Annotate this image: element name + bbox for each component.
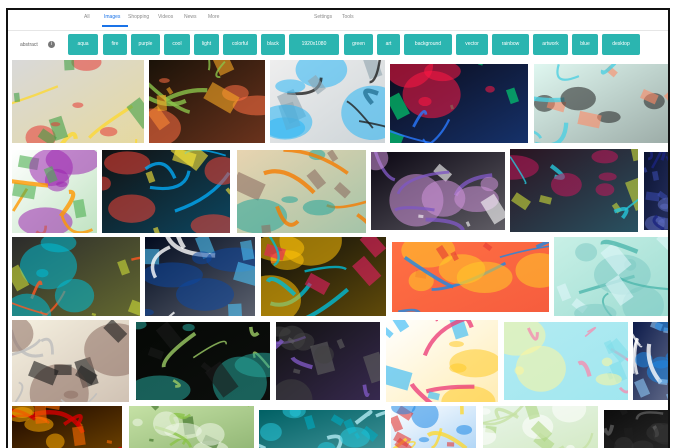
active-tab-indicator: [102, 25, 128, 27]
image-thumbnail: [644, 152, 668, 230]
image-thumbnail: [483, 406, 598, 448]
related-search-chips: abstract i aqua fire purple cool light colorf…: [8, 34, 668, 60]
image-thumbnail: [633, 322, 668, 400]
tab-settings[interactable]: Settings: [314, 14, 332, 20]
image-result-blue-streaks-edge[interactable]: [633, 322, 668, 400]
chip-1920x1080[interactable]: 1920x1080: [289, 34, 339, 55]
chip-blue[interactable]: blue: [572, 34, 598, 55]
image-thumbnail: [534, 64, 668, 143]
image-result-glowing-neon-splash-dark[interactable]: [149, 60, 265, 143]
image-result-teal-blue-glow[interactable]: [259, 410, 385, 448]
image-thumbnail: [149, 60, 265, 143]
image-thumbnail: [12, 150, 97, 233]
image-result-fire-swirl-dark[interactable]: [12, 406, 122, 448]
image-thumbnail: [390, 64, 528, 143]
chip-cool[interactable]: cool: [164, 34, 190, 55]
search-query-label: abstract: [20, 42, 38, 48]
image-thumbnail: [510, 149, 638, 232]
image-result-pastel-silk-waves[interactable]: [504, 322, 628, 400]
chip-desktop[interactable]: desktop: [602, 34, 640, 55]
image-result-dark-glowing-wave-line[interactable]: [136, 322, 270, 400]
image-thumbnail: [12, 320, 129, 402]
image-result-purple-light-streaks[interactable]: [371, 152, 505, 230]
chip-background[interactable]: background: [404, 34, 452, 55]
image-result-swirl-ribbon-light[interactable]: [534, 64, 668, 143]
nav-divider: [8, 30, 668, 31]
image-thumbnail: [386, 320, 498, 402]
image-result-crowd-silhouette-party[interactable]: [12, 320, 129, 402]
image-thumbnail: [129, 406, 254, 448]
chip-artwork[interactable]: artwork: [533, 34, 568, 55]
image-thumbnail: [12, 237, 140, 316]
image-result-beige-paint-splash[interactable]: [237, 150, 366, 233]
chip-fire[interactable]: fire: [103, 34, 127, 55]
image-thumbnail: [237, 150, 366, 233]
chip-light[interactable]: light: [194, 34, 219, 55]
tab-shopping[interactable]: Shopping: [128, 14, 149, 20]
image-thumbnail: [136, 322, 270, 400]
tab-images[interactable]: Images: [104, 14, 120, 20]
image-result-black-blue-ink-splatter[interactable]: [270, 60, 385, 143]
image-result-orange-blue-waves[interactable]: [392, 242, 549, 312]
image-result-dark-corner[interactable]: [604, 410, 668, 448]
image-result-mint-green-waves[interactable]: [554, 237, 668, 316]
chip-art[interactable]: art: [377, 34, 400, 55]
image-thumbnail: [270, 60, 385, 143]
image-result-diamond-shapes-color[interactable]: [391, 406, 476, 448]
image-result-floral-swirl-white[interactable]: [386, 320, 498, 402]
browser-frame: All Images Shopping Videos News More Settings T…: [6, 8, 670, 448]
image-result-soft-green-light[interactable]: [483, 406, 598, 448]
tab-news[interactable]: News: [184, 14, 197, 20]
image-thumbnail: [261, 237, 386, 316]
tab-videos[interactable]: Videos: [158, 14, 173, 20]
chip-green[interactable]: green: [344, 34, 373, 55]
image-thumbnail: [276, 322, 380, 400]
tab-more[interactable]: More: [208, 14, 219, 20]
chip-black[interactable]: black: [261, 34, 285, 55]
image-result-dark-polygon-shards[interactable]: [276, 322, 380, 400]
image-result-blue-glowing-curve[interactable]: [145, 237, 255, 316]
image-result-dark-blue-edge[interactable]: [644, 152, 668, 230]
tab-all[interactable]: All: [84, 14, 90, 20]
image-thumbnail: [604, 410, 668, 448]
image-thumbnail: [554, 237, 668, 316]
info-icon[interactable]: i: [48, 41, 55, 48]
image-thumbnail: [392, 242, 549, 312]
image-thumbnail: [12, 60, 144, 143]
image-result-rainbow-squares-white[interactable]: [12, 150, 97, 233]
image-result-rainbow-city-splash[interactable]: [102, 150, 230, 233]
image-result-dark-paint-strokes[interactable]: [510, 149, 638, 232]
chip-colorful[interactable]: colorful: [223, 34, 257, 55]
chip-purple[interactable]: purple: [131, 34, 160, 55]
image-thumbnail: [259, 410, 385, 448]
image-thumbnail: [12, 406, 122, 448]
chip-vector[interactable]: vector: [456, 34, 488, 55]
image-thumbnail: [504, 322, 628, 400]
image-thumbnail: [145, 237, 255, 316]
image-result-colorful-cubes-wave[interactable]: [12, 60, 144, 143]
image-result-neon-panels-dark[interactable]: [261, 237, 386, 316]
tab-tools[interactable]: Tools: [342, 14, 354, 20]
chip-rainbow[interactable]: rainbow: [492, 34, 529, 55]
image-result-rainbow-bokeh-dark[interactable]: [390, 64, 528, 143]
search-nav-tabs: All Images Shopping Videos News More Settings T…: [8, 10, 668, 30]
image-thumbnail: [102, 150, 230, 233]
chip-aqua[interactable]: aqua: [68, 34, 98, 55]
image-thumbnail: [391, 406, 476, 448]
image-result-green-swirl-light[interactable]: [129, 406, 254, 448]
image-thumbnail: [371, 152, 505, 230]
image-result-mosaic-tiles-color[interactable]: [12, 237, 140, 316]
